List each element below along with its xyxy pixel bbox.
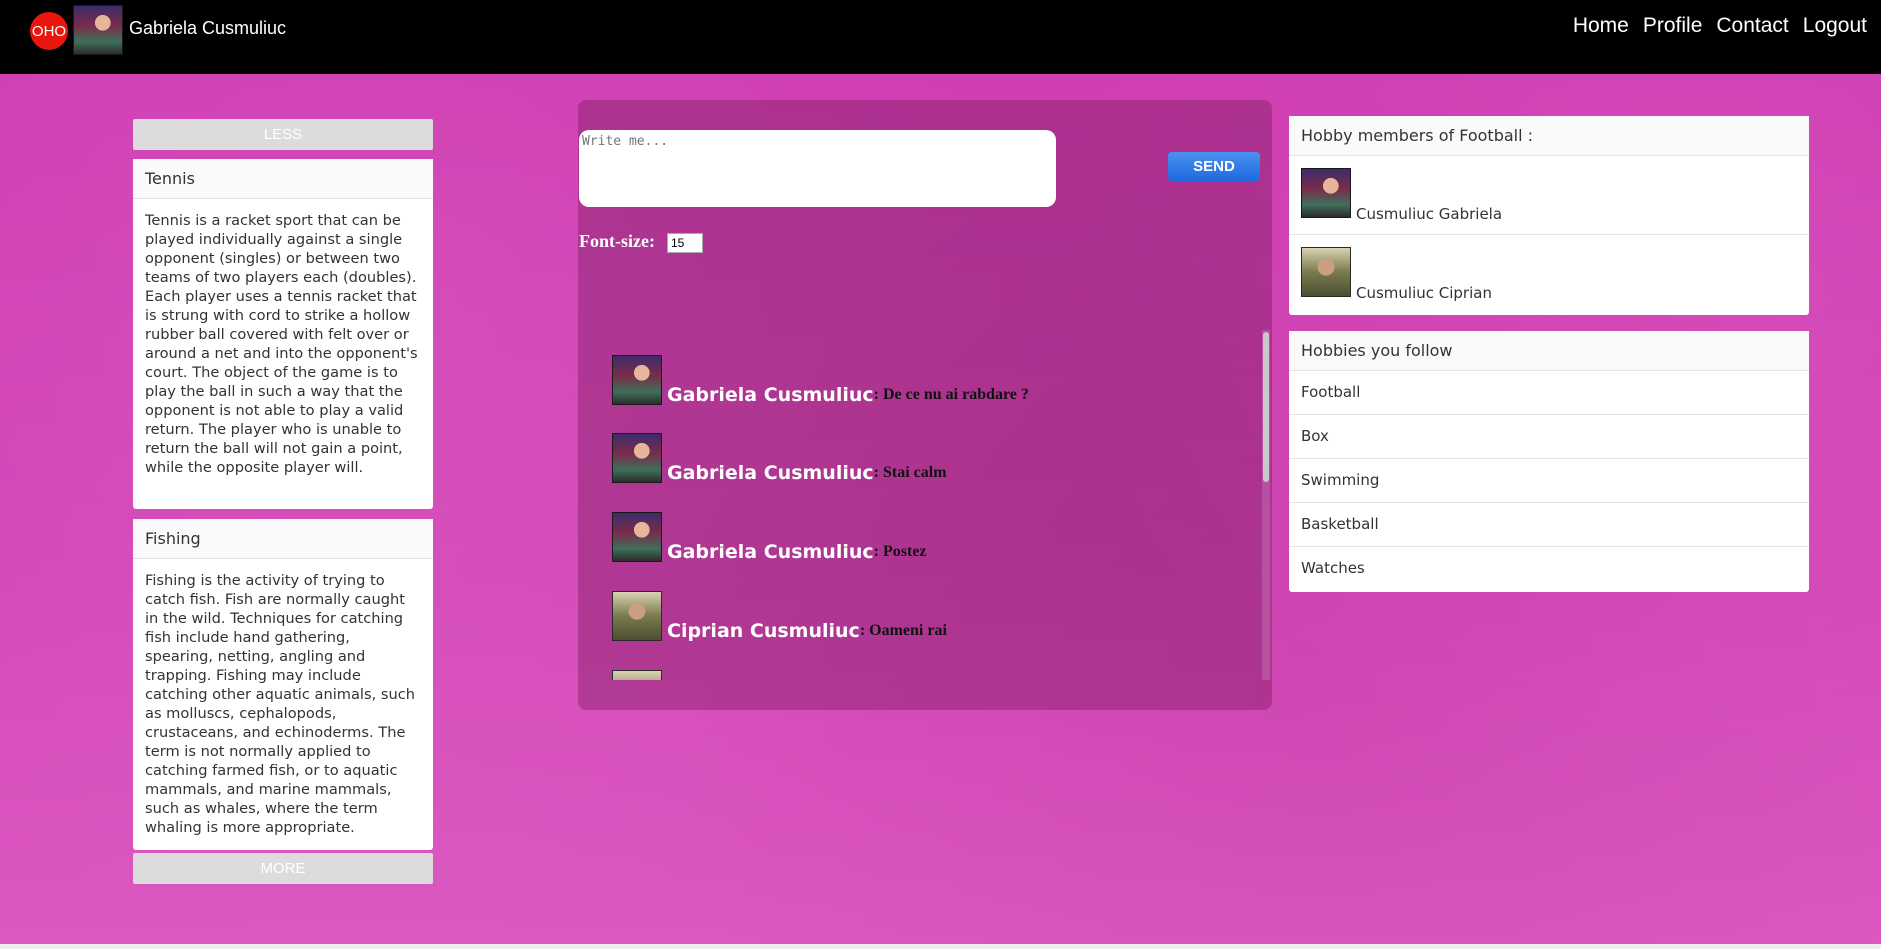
- hobby-card-title: Tennis: [133, 159, 433, 199]
- chat-message-partial: [612, 670, 662, 680]
- hobby-members-title: Hobby members of Football :: [1289, 116, 1809, 156]
- chat-message: Gabriela Cusmuliuc : De ce nu ai rabdare…: [612, 355, 1029, 405]
- hobby-card-description: Tennis is a racket sport that can be pla…: [145, 212, 418, 476]
- hobby-members-card: Hobby members of Football : Cusmuliuc Ga…: [1289, 116, 1809, 315]
- nav-username[interactable]: Gabriela Cusmuliuc: [129, 18, 286, 39]
- hobby-item-box[interactable]: Box: [1289, 415, 1809, 459]
- hobby-item-football[interactable]: Football: [1289, 371, 1809, 415]
- hobby-card-tennis: Tennis Tennis is a racket sport that can…: [133, 159, 433, 509]
- member-row[interactable]: Cusmuliuc Gabriela: [1289, 156, 1809, 235]
- nav-contact-link[interactable]: Contact: [1716, 14, 1788, 38]
- nav-links: Home Profile Contact Logout: [1573, 14, 1867, 38]
- chat-message: Gabriela Cusmuliuc : Stai calm: [612, 433, 947, 483]
- member-name[interactable]: Cusmuliuc Gabriela: [1356, 205, 1502, 223]
- font-size-input[interactable]: [667, 233, 703, 253]
- chat-scrollbar-thumb[interactable]: [1263, 332, 1269, 482]
- nav-profile-link[interactable]: Profile: [1643, 14, 1703, 38]
- user-avatar[interactable]: [73, 5, 123, 55]
- chat-message: Ciprian Cusmuliuc : Oameni rai: [612, 591, 947, 641]
- send-button[interactable]: SEND: [1168, 152, 1260, 181]
- bottom-strip: [0, 944, 1881, 949]
- member-avatar[interactable]: [1301, 168, 1351, 218]
- nav-home-link[interactable]: Home: [1573, 14, 1629, 38]
- message-text: : Postez: [873, 543, 927, 560]
- message-author[interactable]: Gabriela Cusmuliuc: [667, 463, 874, 483]
- message-author[interactable]: Gabriela Cusmuliuc: [667, 542, 874, 562]
- hobby-card-title: Fishing: [133, 519, 433, 559]
- message-author[interactable]: Ciprian Cusmuliuc: [667, 621, 860, 641]
- font-size-label: Font-size:: [579, 231, 655, 251]
- hobby-card-description: Fishing is the activity of trying to cat…: [145, 572, 415, 836]
- hobby-card-fishing: Fishing Fishing is the activity of tryin…: [133, 519, 433, 850]
- member-name[interactable]: Cusmuliuc Ciprian: [1356, 284, 1492, 302]
- hobbies-follow-title: Hobbies you follow: [1289, 331, 1809, 371]
- message-author[interactable]: Gabriela Cusmuliuc: [667, 385, 874, 405]
- member-row[interactable]: Cusmuliuc Ciprian: [1289, 235, 1809, 314]
- message-avatar[interactable]: [612, 670, 662, 680]
- more-button[interactable]: MORE: [133, 853, 433, 884]
- hobby-item-basketball[interactable]: Basketball: [1289, 503, 1809, 547]
- message-avatar[interactable]: [612, 433, 662, 483]
- member-avatar[interactable]: [1301, 247, 1351, 297]
- message-list[interactable]: Gabriela Cusmuliuc : De ce nu ai rabdare…: [612, 350, 1252, 680]
- message-text: : De ce nu ai rabdare ?: [873, 386, 1029, 403]
- hobby-item-watches[interactable]: Watches: [1289, 547, 1809, 591]
- message-avatar[interactable]: [612, 512, 662, 562]
- message-avatar[interactable]: [612, 591, 662, 641]
- less-button[interactable]: LESS: [133, 119, 433, 150]
- hobby-item-swimming[interactable]: Swimming: [1289, 459, 1809, 503]
- hobbies-follow-card: Hobbies you follow Football Box Swimming…: [1289, 331, 1809, 592]
- top-navbar: OHO Gabriela Cusmuliuc Home Profile Cont…: [0, 0, 1881, 74]
- chat-message: Gabriela Cusmuliuc : Postez: [612, 512, 927, 562]
- nav-logout-link[interactable]: Logout: [1803, 14, 1867, 38]
- message-avatar[interactable]: [612, 355, 662, 405]
- message-text: : Stai calm: [873, 464, 947, 481]
- logo[interactable]: OHO: [30, 12, 68, 50]
- message-input[interactable]: [579, 130, 1056, 207]
- message-text: : Oameni rai: [859, 622, 947, 639]
